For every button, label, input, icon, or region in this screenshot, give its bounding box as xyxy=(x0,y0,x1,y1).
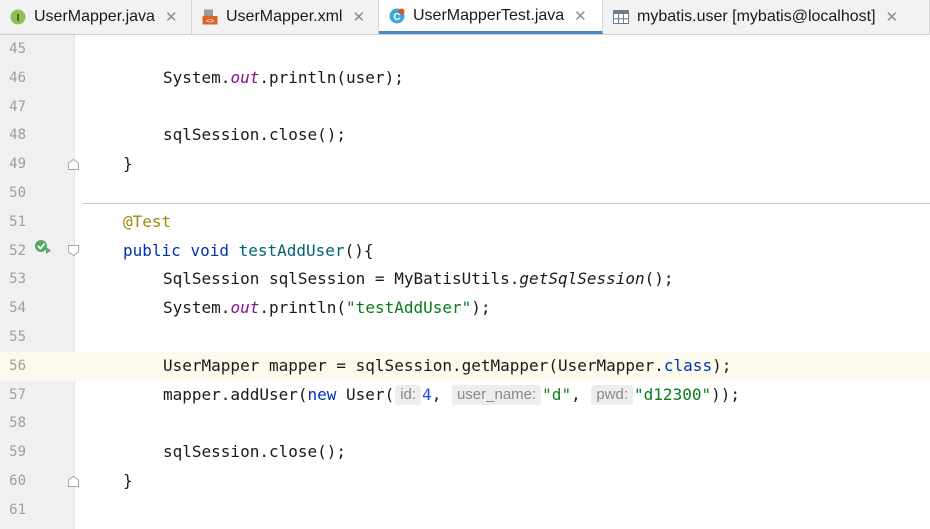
line-number: 61 xyxy=(9,501,26,518)
code-editor[interactable]: 45 46 System.out.println(user); 47 48 sq… xyxy=(0,35,930,529)
code-text: } xyxy=(123,154,133,174)
parameter-hint: user_name: xyxy=(451,384,542,405)
line-number: 46 xyxy=(9,69,26,86)
line-number: 58 xyxy=(9,415,26,432)
code-line[interactable]: 60 } xyxy=(0,467,930,496)
code-line[interactable]: 52 public void testAddUser(){ xyxy=(0,237,930,266)
close-icon[interactable]: ✕ xyxy=(886,8,899,26)
line-number: 49 xyxy=(9,156,26,173)
line-number: 60 xyxy=(9,473,26,489)
code-text: System.out.println("testAddUser"); xyxy=(163,298,491,318)
tab-usermapper-java[interactable]: I UserMapper.java ✕ xyxy=(0,0,192,34)
table-icon xyxy=(613,9,629,25)
line-number: 48 xyxy=(9,127,26,144)
code-text: @Test xyxy=(123,211,172,231)
tab-usermappertest-java[interactable]: C UserMapperTest.java ✕ xyxy=(379,0,603,34)
close-icon[interactable]: ✕ xyxy=(165,8,178,26)
tab-label: UserMapper.xml xyxy=(226,8,343,25)
code-line[interactable]: 53 SqlSession sqlSession = MyBatisUtils.… xyxy=(0,265,930,294)
line-number: 53 xyxy=(9,271,26,288)
svg-text:<>: <> xyxy=(206,17,214,25)
close-icon[interactable]: ✕ xyxy=(574,7,587,25)
code-text: System.out.println(user); xyxy=(163,67,404,87)
line-number: 57 xyxy=(9,386,26,403)
line-number: 45 xyxy=(9,41,26,57)
tab-label: UserMapper.java xyxy=(34,8,155,25)
code-text: } xyxy=(123,471,133,490)
line-number: 51 xyxy=(9,213,26,230)
code-line[interactable]: 46 System.out.println(user); xyxy=(0,64,930,93)
parameter-hint: id: xyxy=(395,384,422,405)
code-line[interactable]: 58 xyxy=(0,409,930,438)
code-line[interactable]: 48 sqlSession.close(); xyxy=(0,121,930,150)
svg-text:I: I xyxy=(17,13,20,24)
close-icon[interactable]: ✕ xyxy=(352,8,365,26)
code-line[interactable]: 59 sqlSession.close(); xyxy=(0,438,930,467)
code-line[interactable]: 49 } xyxy=(0,150,930,179)
code-line[interactable]: 51 @Test xyxy=(0,208,930,237)
code-line[interactable]: 57 mapper.addUser(new User(id: 4, user_na… xyxy=(0,381,930,410)
code-text: UserMapper mapper = sqlSession.getMapper… xyxy=(163,355,732,375)
xml-file-icon: <> xyxy=(202,9,218,25)
fold-end-icon[interactable] xyxy=(68,159,79,170)
code-line[interactable]: 61 xyxy=(0,496,930,525)
editor-tab-bar: I UserMapper.java ✕ <> UserMapper.xml ✕ … xyxy=(0,0,930,35)
tab-usermapper-xml[interactable]: <> UserMapper.xml ✕ xyxy=(192,0,379,34)
interface-icon: I xyxy=(10,9,26,25)
parameter-hint: pwd: xyxy=(591,384,634,405)
code-text: public void testAddUser(){ xyxy=(123,240,374,260)
tab-label: mybatis.user [mybatis@localhost] xyxy=(637,8,876,25)
code-line[interactable]: 55 xyxy=(0,323,930,352)
code-text: mapper.addUser(new User(id: 4, user_name:… xyxy=(163,384,740,405)
line-number: 59 xyxy=(9,444,26,461)
line-number: 47 xyxy=(9,98,26,115)
fold-end-icon[interactable] xyxy=(68,476,79,487)
method-separator xyxy=(82,203,930,204)
code-text: SqlSession sqlSession = MyBatisUtils.get… xyxy=(163,269,674,289)
line-number: 56 xyxy=(9,357,26,374)
line-number: 54 xyxy=(9,300,26,317)
line-number: 50 xyxy=(9,185,26,201)
test-class-icon: C xyxy=(389,8,405,24)
tab-label: UserMapperTest.java xyxy=(413,6,565,24)
code-text: sqlSession.close(); xyxy=(163,125,347,145)
code-line[interactable]: 45 xyxy=(0,35,930,64)
line-number: 52 xyxy=(9,242,26,259)
line-number: 55 xyxy=(9,329,26,345)
code-line[interactable]: 47 xyxy=(0,93,930,122)
run-test-icon[interactable] xyxy=(34,239,52,255)
code-text: sqlSession.close(); xyxy=(163,442,347,462)
fold-start-icon[interactable] xyxy=(68,245,79,256)
tab-mybatis-user-table[interactable]: mybatis.user [mybatis@localhost] ✕ xyxy=(603,0,930,34)
code-line-current[interactable]: 56 UserMapper mapper = sqlSession.getMap… xyxy=(0,351,930,381)
code-line[interactable]: 54 System.out.println("testAddUser"); xyxy=(0,294,930,323)
